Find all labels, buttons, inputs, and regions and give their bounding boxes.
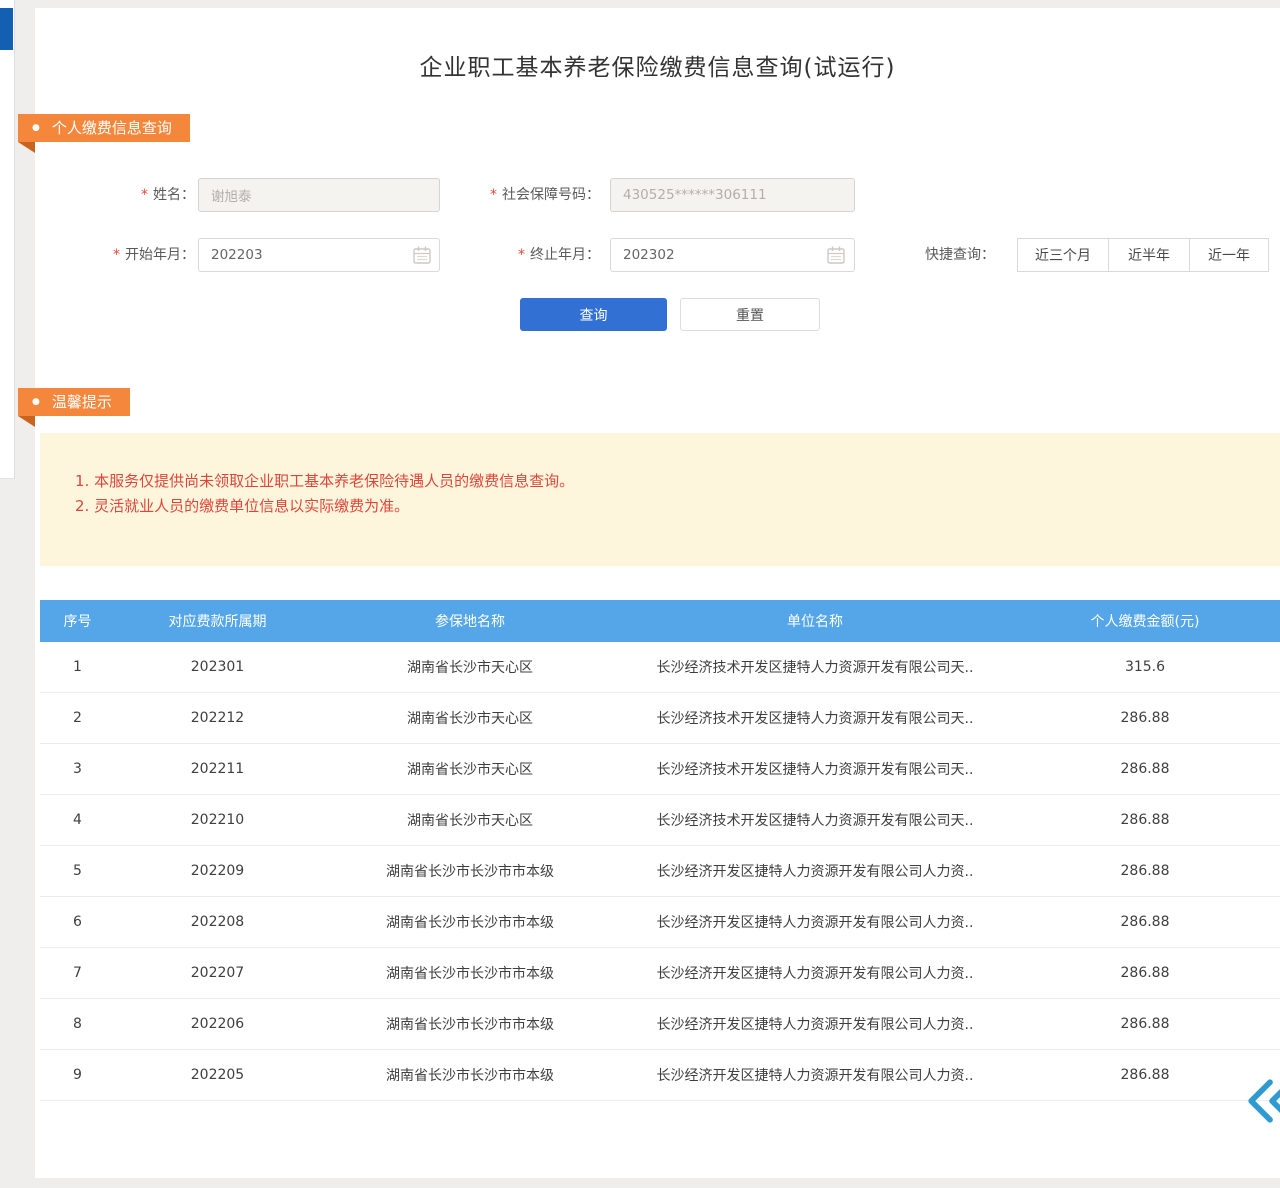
cell-index: 9 [40, 1050, 115, 1101]
table-row: 4202210湖南省长沙市天心区长沙经济技术开发区捷特人力资源开发有限公司天..… [40, 795, 1280, 846]
cell-period: 202212 [115, 693, 320, 744]
cell-index: 5 [40, 846, 115, 897]
section-header-tips: ● 温馨提示 [18, 388, 130, 416]
quick-query-group: 近三个月 近半年 近一年 [1017, 238, 1269, 272]
cell-region: 湖南省长沙市天心区 [320, 642, 620, 693]
table-row: 7202207湖南省长沙市长沙市市本级长沙经济开发区捷特人力资源开发有限公司人力… [40, 948, 1280, 999]
notice-line: 2. 灵活就业人员的缴费单位信息以实际缴费为准。 [75, 494, 1260, 519]
bullet-icon: ● [32, 114, 40, 142]
table-row: 6202208湖南省长沙市长沙市市本级长沙经济开发区捷特人力资源开发有限公司人力… [40, 897, 1280, 948]
cell-employer: 长沙经济开发区捷特人力资源开发有限公司人力资.. [620, 846, 1010, 897]
cell-region: 湖南省长沙市长沙市市本级 [320, 999, 620, 1050]
table-row: 3202211湖南省长沙市天心区长沙经济技术开发区捷特人力资源开发有限公司天..… [40, 744, 1280, 795]
cell-index: 1 [40, 642, 115, 693]
cell-index: 2 [40, 693, 115, 744]
name-input[interactable] [198, 178, 440, 212]
cell-period: 202207 [115, 948, 320, 999]
cell-period: 202210 [115, 795, 320, 846]
header-index: 序号 [40, 600, 115, 642]
cell-period: 202208 [115, 897, 320, 948]
start-month-input[interactable] [198, 238, 440, 272]
cell-amount: 286.88 [1010, 693, 1280, 744]
cell-employer: 长沙经济开发区捷特人力资源开发有限公司人力资.. [620, 897, 1010, 948]
ribbon-fold [18, 416, 35, 427]
cell-region: 湖南省长沙市天心区 [320, 744, 620, 795]
cell-region: 湖南省长沙市长沙市市本级 [320, 846, 620, 897]
notice-line: 1. 本服务仅提供尚未领取企业职工基本养老保险待遇人员的缴费信息查询。 [75, 469, 1260, 494]
ssn-input[interactable] [610, 178, 855, 212]
table-body: 1202301湖南省长沙市天心区长沙经济技术开发区捷特人力资源开发有限公司天..… [40, 642, 1280, 1101]
required-mark: * [518, 247, 525, 263]
cell-employer: 长沙经济开发区捷特人力资源开发有限公司人力资.. [620, 1050, 1010, 1101]
cell-index: 7 [40, 948, 115, 999]
cell-index: 8 [40, 999, 115, 1050]
name-label: *姓名： [80, 178, 195, 212]
reset-button[interactable]: 重置 [680, 298, 820, 331]
section-header-personal-query: ● 个人缴费信息查询 [18, 114, 190, 142]
cell-region: 湖南省长沙市长沙市市本级 [320, 1050, 620, 1101]
cell-region: 湖南省长沙市天心区 [320, 693, 620, 744]
payment-table: 序号 对应费款所属期 参保地名称 单位名称 个人缴费金额(元) 1202301湖… [40, 600, 1280, 1101]
cell-employer: 长沙经济技术开发区捷特人力资源开发有限公司天.. [620, 795, 1010, 846]
quick-query-label: 快捷查询： [925, 238, 1010, 272]
cell-amount: 286.88 [1010, 897, 1280, 948]
required-mark: * [113, 247, 120, 263]
quick-option-1year[interactable]: 近一年 [1189, 238, 1269, 272]
cell-employer: 长沙经济技术开发区捷特人力资源开发有限公司天.. [620, 642, 1010, 693]
cell-amount: 286.88 [1010, 948, 1280, 999]
sidebar-fragment [0, 8, 13, 50]
table-row: 2202212湖南省长沙市天心区长沙经济技术开发区捷特人力资源开发有限公司天..… [40, 693, 1280, 744]
table-row: 8202206湖南省长沙市长沙市市本级长沙经济开发区捷特人力资源开发有限公司人力… [40, 999, 1280, 1050]
cell-amount: 286.88 [1010, 999, 1280, 1050]
required-mark: * [141, 187, 148, 203]
main-card: 企业职工基本养老保险缴费信息查询(试运行) ● 个人缴费信息查询 *姓名： *社… [35, 8, 1280, 1178]
cell-index: 4 [40, 795, 115, 846]
cell-employer: 长沙经济开发区捷特人力资源开发有限公司人力资.. [620, 999, 1010, 1050]
cell-period: 202206 [115, 999, 320, 1050]
cell-employer: 长沙经济技术开发区捷特人力资源开发有限公司天.. [620, 693, 1010, 744]
table-row: 1202301湖南省长沙市天心区长沙经济技术开发区捷特人力资源开发有限公司天..… [40, 642, 1280, 693]
notice-box: 1. 本服务仅提供尚未领取企业职工基本养老保险待遇人员的缴费信息查询。 2. 灵… [40, 433, 1280, 566]
cell-amount: 286.88 [1010, 744, 1280, 795]
collapsed-left-panel [0, 0, 15, 479]
end-month-label: *终止年月： [490, 238, 600, 272]
cell-region: 湖南省长沙市长沙市市本级 [320, 948, 620, 999]
start-month-label: *开始年月： [80, 238, 195, 272]
table-row: 9202205湖南省长沙市长沙市市本级长沙经济开发区捷特人力资源开发有限公司人力… [40, 1050, 1280, 1101]
query-button[interactable]: 查询 [520, 298, 667, 331]
page: { "page": { "title": "企业职工基本养老保险缴费信息查询(试… [0, 0, 1280, 1188]
cell-region: 湖南省长沙市长沙市市本级 [320, 897, 620, 948]
quick-option-6months[interactable]: 近半年 [1108, 238, 1190, 272]
cell-period: 202211 [115, 744, 320, 795]
cell-index: 3 [40, 744, 115, 795]
cell-period: 202301 [115, 642, 320, 693]
cell-period: 202205 [115, 1050, 320, 1101]
ssn-label: *社会保障号码： [450, 178, 600, 212]
calendar-icon[interactable] [411, 244, 433, 266]
quick-option-3months[interactable]: 近三个月 [1017, 238, 1109, 272]
cell-region: 湖南省长沙市天心区 [320, 795, 620, 846]
bullet-icon: ● [32, 388, 40, 416]
page-title: 企业职工基本养老保险缴费信息查询(试运行) [35, 48, 1280, 82]
required-mark: * [490, 187, 497, 203]
table-header-row: 序号 对应费款所属期 参保地名称 单位名称 个人缴费金额(元) [40, 600, 1280, 642]
calendar-icon[interactable] [825, 244, 847, 266]
cell-index: 6 [40, 897, 115, 948]
cell-period: 202209 [115, 846, 320, 897]
cell-amount: 286.88 [1010, 846, 1280, 897]
end-month-input[interactable] [610, 238, 855, 272]
ribbon-fold [18, 142, 35, 153]
table-row: 5202209湖南省长沙市长沙市市本级长沙经济开发区捷特人力资源开发有限公司人力… [40, 846, 1280, 897]
cell-amount: 315.6 [1010, 642, 1280, 693]
cell-amount: 286.88 [1010, 795, 1280, 846]
cell-employer: 长沙经济开发区捷特人力资源开发有限公司人力资.. [620, 948, 1010, 999]
section-title: 温馨提示 [52, 388, 112, 416]
header-period: 对应费款所属期 [115, 600, 320, 642]
section-title: 个人缴费信息查询 [52, 114, 172, 142]
double-chevron-left-icon[interactable] [1240, 1077, 1280, 1125]
header-employer: 单位名称 [620, 600, 1010, 642]
header-region: 参保地名称 [320, 600, 620, 642]
cell-employer: 长沙经济技术开发区捷特人力资源开发有限公司天.. [620, 744, 1010, 795]
header-amount: 个人缴费金额(元) [1010, 600, 1280, 642]
